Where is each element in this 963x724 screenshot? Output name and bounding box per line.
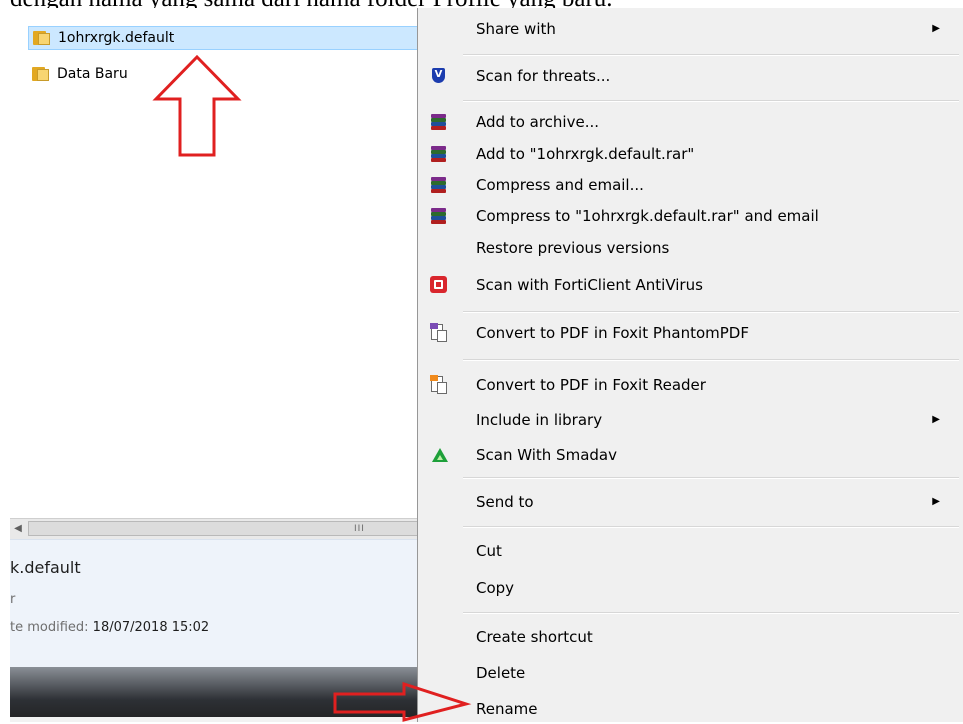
menu-separator [463,359,959,361]
scroll-left-icon[interactable]: ◀ [10,521,26,537]
date-modified-label: te modified: [10,620,89,635]
menu-item-compress-and-email[interactable]: Compress and email... [419,170,962,200]
file-item-1ohrxrgk-default[interactable]: 1ohrxrgk.default [28,26,421,50]
menu-separator [463,311,959,313]
menu-item-convert-foxit-phantompdf[interactable]: Convert to PDF in Foxit PhantomPDF [419,318,962,348]
details-file-name: k.default [10,558,81,577]
winrar-books-icon [429,144,449,164]
menu-item-share-with[interactable]: Share with ▶ [419,14,962,44]
scrollbar-thumb[interactable]: III [28,521,420,536]
file-name: Data Baru [57,66,128,82]
menu-separator [463,612,959,614]
date-modified-value: 18/07/2018 15:02 [92,620,210,635]
menu-item-create-shortcut[interactable]: Create shortcut [419,622,962,652]
details-date-modified: te modified: 18/07/2018 15:02 [10,620,209,635]
chevron-right-icon: ▶ [932,23,940,34]
winrar-books-icon [429,206,449,226]
context-menu: Share with ▶ V Scan for threats... Add t… [417,8,963,722]
menu-item-copy[interactable]: Copy [419,573,962,603]
menu-item-restore-previous-versions[interactable]: Restore previous versions [419,233,962,263]
menu-item-send-to[interactable]: Send to ▶ [419,487,962,517]
details-file-type: r [10,592,16,607]
details-pane: k.default r te modified: 18/07/2018 15:0… [10,539,420,668]
menu-item-scan-smadav[interactable]: Scan With Smadav [419,440,962,470]
chevron-right-icon: ▶ [932,496,940,507]
foxit-pdf-icon [429,375,449,395]
menu-separator [463,100,959,102]
file-item-data-baru[interactable]: Data Baru [30,62,128,86]
scrollbar-grip: III [354,524,365,534]
antivirus-shield-icon: V [429,66,449,86]
horizontal-scrollbar[interactable]: ◀ III [10,518,420,539]
menu-separator [463,526,959,528]
chevron-right-icon: ▶ [932,414,940,425]
menu-separator [463,54,959,56]
menu-item-rename[interactable]: Rename [419,694,962,724]
menu-item-delete[interactable]: Delete [419,658,962,688]
smadav-icon [429,445,449,465]
menu-item-convert-foxit-reader[interactable]: Convert to PDF in Foxit Reader [419,370,962,400]
file-name: 1ohrxrgk.default [58,30,175,46]
menu-item-compress-rar-and-email[interactable]: Compress to "1ohrxrgk.default.rar" and e… [419,201,962,231]
annotation-arrow-up-icon [152,55,242,157]
folder-icon [33,30,51,46]
menu-item-include-in-library[interactable]: Include in library ▶ [419,405,962,435]
foxit-pdf-icon [429,323,449,343]
menu-item-add-to-archive[interactable]: Add to archive... [419,107,962,137]
menu-item-scan-for-threats[interactable]: V Scan for threats... [419,61,962,91]
menu-separator [463,477,959,479]
winrar-books-icon [429,112,449,132]
winrar-books-icon [429,175,449,195]
menu-item-add-to-rar[interactable]: Add to "1ohrxrgk.default.rar" [419,139,962,169]
annotation-arrow-right-icon [333,682,472,722]
forticlient-icon [429,275,449,295]
menu-item-cut[interactable]: Cut [419,536,962,566]
menu-item-scan-forticlient[interactable]: Scan with FortiClient AntiVirus [419,270,962,300]
folder-icon [32,66,50,82]
